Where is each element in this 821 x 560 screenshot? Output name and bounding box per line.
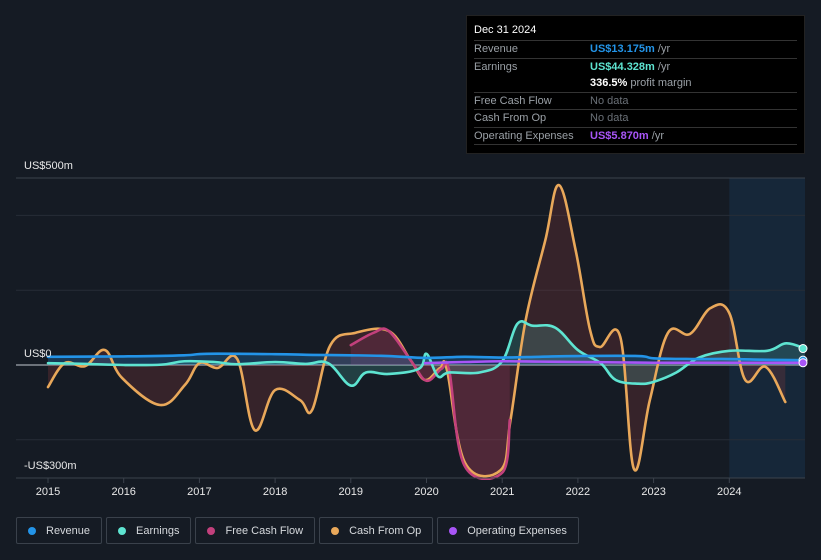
tooltip-row-value: US$44.328m /yr	[590, 59, 670, 76]
legend-label: Operating Expenses	[467, 524, 567, 537]
legend-item-operating-expenses[interactable]: Operating Expenses	[437, 517, 579, 544]
tooltip-row-label: Operating Expenses	[474, 129, 574, 142]
legend-label: Cash From Op	[349, 524, 422, 537]
legend-item-revenue[interactable]: Revenue	[16, 517, 103, 544]
tooltip-row: Free Cash Flow No data	[474, 93, 797, 110]
tooltip-row-value: No data	[590, 93, 629, 110]
tooltip-row-value: No data	[590, 110, 629, 127]
y-label-bottom: -US$300m	[24, 460, 77, 472]
tooltip-value-unit: profit margin	[627, 77, 692, 89]
legend-label: Earnings	[136, 524, 180, 537]
tooltip-value-amount: US$13.175m	[590, 43, 655, 55]
legend-item-cash-from-op[interactable]: Cash From Op	[319, 517, 434, 544]
x-tick-label: 2020	[414, 486, 438, 498]
tooltip-row-label: Cash From Op	[474, 112, 547, 124]
tooltip-value-unit: /yr	[654, 43, 671, 55]
data-tooltip: Dec 31 2024 Revenue US$13.175m /yr Earning…	[466, 15, 805, 154]
tooltip-date: Dec 31 2024	[474, 24, 797, 41]
tooltip-row: Revenue US$13.175m /yr	[474, 41, 797, 59]
x-tick-label: 2017	[187, 486, 211, 498]
tooltip-row-label: Earnings	[474, 60, 518, 73]
legend-dot-icon	[207, 526, 216, 535]
legend-item-earnings[interactable]: Earnings	[106, 517, 192, 544]
legend-dot-icon	[331, 526, 340, 535]
x-tick-label: 2016	[111, 486, 135, 498]
y-label-zero: US$0	[24, 348, 52, 360]
legend-dot-icon	[449, 526, 458, 535]
y-label-top: US$500m	[24, 160, 73, 172]
cash-from-op-area	[48, 185, 786, 477]
tooltip-row-label: Revenue	[474, 43, 519, 55]
x-tick-label: 2024	[717, 486, 741, 498]
tooltip-value-amount: No data	[590, 112, 629, 124]
chart-legend: Revenue Earnings Free Cash Flow Cash From O…	[16, 517, 579, 544]
tooltip-row-label: Free Cash Flow	[474, 94, 552, 107]
x-tick-label: 2023	[641, 486, 665, 498]
legend-label: Free Cash Flow	[225, 524, 304, 537]
forecast-highlight-region	[729, 178, 805, 478]
tooltip-row: Earnings US$44.328m /yr	[474, 59, 797, 76]
operating-expenses-line	[423, 359, 806, 365]
tooltip-value-amount: US$5.870m	[590, 129, 649, 142]
tooltip-row: Cash From Op No data	[474, 110, 797, 128]
x-tick-label: 2021	[490, 486, 514, 498]
legend-item-free-cash-flow[interactable]: Free Cash Flow	[195, 517, 316, 544]
x-tick-label: 2018	[263, 486, 287, 498]
tooltip-row-value: US$13.175m /yr	[590, 41, 670, 58]
tooltip-row: 336.5% profit margin	[474, 75, 797, 93]
tooltip-row-value: US$5.870m /yr	[590, 128, 664, 145]
legend-label: Revenue	[46, 524, 91, 537]
earnings-endpoint	[798, 344, 808, 354]
legend-dot-icon	[118, 526, 127, 535]
x-tick-label: 2015	[36, 486, 60, 498]
tooltip-row-label	[474, 75, 590, 92]
x-tick-label: 2019	[339, 486, 363, 498]
tooltip-value-unit: /yr	[648, 129, 664, 142]
tooltip-value-amount: No data	[590, 94, 629, 107]
tooltip-row-value: 336.5% profit margin	[590, 75, 692, 92]
tooltip-row: Operating Expenses US$5.870m /yr	[474, 128, 797, 145]
tooltip-value-unit: /yr	[654, 60, 671, 73]
x-tick-label: 2022	[566, 486, 590, 498]
operating-expenses-endpoint	[798, 358, 808, 368]
tooltip-value-amount: US$44.328m	[590, 60, 655, 73]
legend-dot-icon	[28, 526, 36, 535]
free-cash-flow-area	[350, 328, 510, 479]
tooltip-value-amount: 336.5%	[590, 77, 628, 89]
